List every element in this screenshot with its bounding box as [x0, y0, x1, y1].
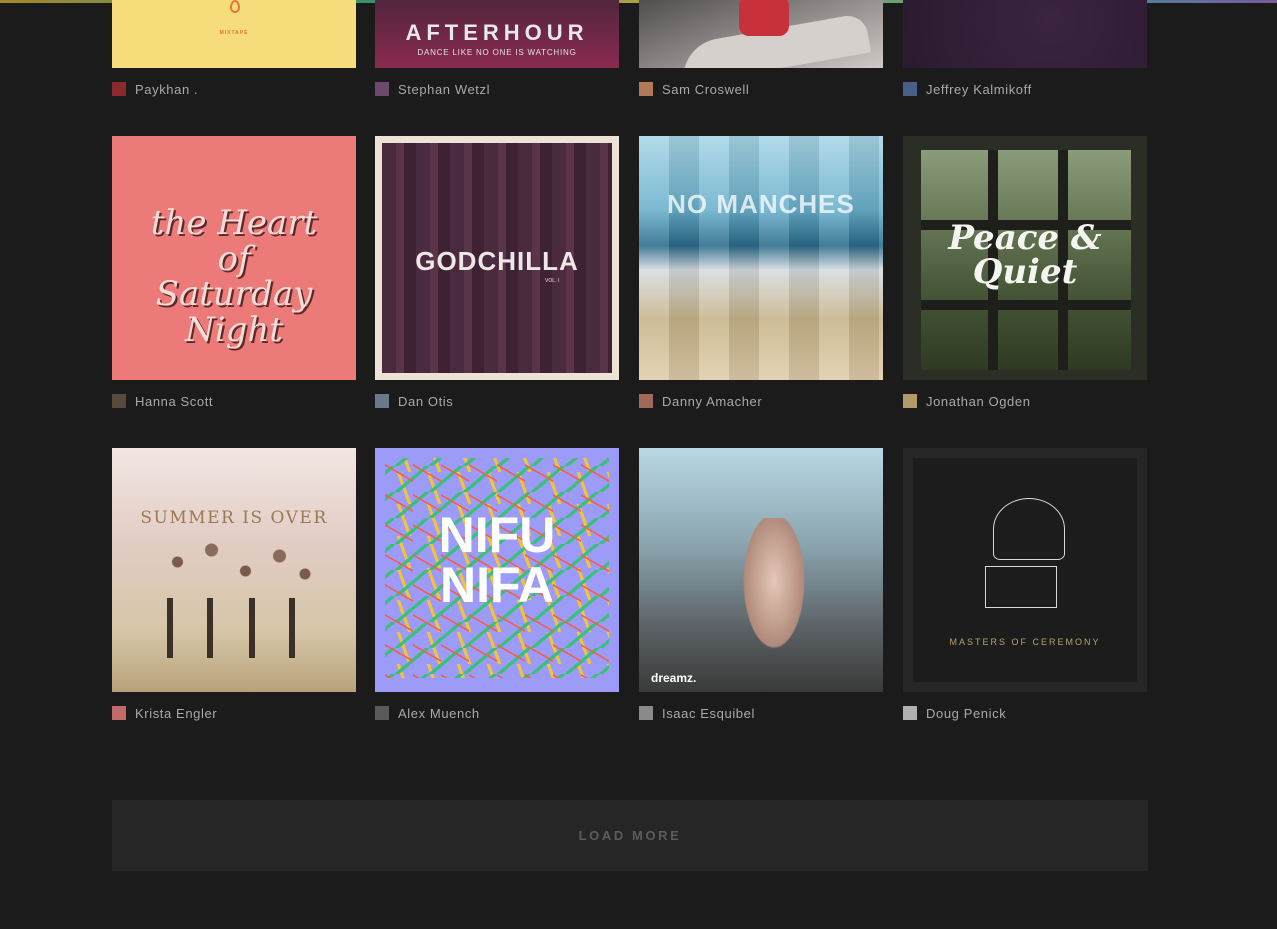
dancers: [157, 598, 317, 658]
author-name[interactable]: Alex Muench: [398, 706, 480, 721]
avatar[interactable]: [375, 82, 389, 96]
author-name[interactable]: Hanna Scott: [135, 394, 213, 409]
avatar[interactable]: [903, 706, 917, 720]
album-art[interactable]: Peace & Quiet: [903, 136, 1147, 380]
avatar[interactable]: [639, 394, 653, 408]
gramophone-icon: [993, 498, 1065, 560]
gramophone-base: [985, 566, 1057, 608]
avatar[interactable]: [903, 82, 917, 96]
album-title: NO MANCHES: [667, 189, 855, 219]
album-card[interactable]: AFTERHOUR DANCE LIKE NO ONE IS WATCHING: [375, 0, 619, 68]
drop-icon: [230, 0, 240, 13]
author-name[interactable]: Stephan Wetzl: [398, 82, 490, 97]
album-title: AFTERHOUR: [405, 20, 589, 45]
album-title: the Heart of Saturday Night: [150, 203, 318, 351]
album-art[interactable]: GODCHILLA VOL. I: [375, 136, 619, 380]
album-art[interactable]: [903, 0, 1147, 68]
author-name[interactable]: Sam Croswell: [662, 82, 749, 97]
album-title: SUMMER IS OVER: [140, 508, 328, 528]
album-subtitle: MASTERS OF CEREMONY: [949, 637, 1101, 647]
album-art[interactable]: MASTERS OF CEREMONY: [903, 448, 1147, 692]
author-name[interactable]: Paykhan .: [135, 82, 198, 97]
album-art[interactable]: AFTERHOUR DANCE LIKE NO ONE IS WATCHING: [375, 0, 619, 68]
mirrored-strips: [639, 136, 883, 380]
author-name[interactable]: Isaac Esquibel: [662, 706, 755, 721]
album-art[interactable]: MIXTAPE: [112, 0, 356, 68]
avatar[interactable]: [639, 706, 653, 720]
author-name[interactable]: Dan Otis: [398, 394, 453, 409]
album-card[interactable]: NO MANCHES: [639, 136, 883, 380]
avatar[interactable]: [903, 394, 917, 408]
album-card[interactable]: [903, 0, 1147, 68]
album-subtitle: dreamz.: [651, 671, 697, 685]
avatar[interactable]: [112, 82, 126, 96]
album-card[interactable]: MASTERS OF CEREMONY: [903, 448, 1147, 692]
album-art[interactable]: [639, 0, 883, 68]
album-card[interactable]: MIXTAPE: [112, 0, 356, 68]
avatar[interactable]: [112, 706, 126, 720]
album-art[interactable]: NIFU NIFA: [375, 448, 619, 692]
avatar[interactable]: [112, 394, 126, 408]
avatar[interactable]: [375, 706, 389, 720]
figure-shape: [739, 0, 789, 36]
album-card[interactable]: Peace & Quiet: [903, 136, 1147, 380]
album-subtitle: MIXTAPE: [219, 30, 249, 36]
author-name[interactable]: Jonathan Ogden: [926, 394, 1031, 409]
album-card[interactable]: NIFU NIFA: [375, 448, 619, 692]
album-art[interactable]: NO MANCHES: [639, 136, 883, 380]
album-card[interactable]: the Heart of Saturday Night: [112, 136, 356, 380]
author-name[interactable]: Doug Penick: [926, 706, 1006, 721]
album-title: Peace & Quiet: [948, 218, 1102, 292]
avatar[interactable]: [375, 394, 389, 408]
load-more-button[interactable]: LOAD MORE: [112, 800, 1148, 871]
avatar[interactable]: [639, 82, 653, 96]
album-card[interactable]: dreamz.: [639, 448, 883, 692]
album-art[interactable]: SUMMER IS OVER: [112, 448, 356, 692]
author-name[interactable]: Danny Amacher: [662, 394, 762, 409]
album-title: NIFU NIFA: [438, 507, 556, 613]
album-art[interactable]: the Heart of Saturday Night: [112, 136, 356, 380]
album-art[interactable]: dreamz.: [639, 448, 883, 692]
author-name[interactable]: Krista Engler: [135, 706, 217, 721]
balloons: [152, 538, 322, 598]
album-card[interactable]: SUMMER IS OVER: [112, 448, 356, 692]
face-portrait: [739, 518, 809, 658]
album-subtitle: DANCE LIKE NO ONE IS WATCHING: [417, 48, 577, 57]
album-subtitle: VOL. I: [545, 278, 560, 284]
author-name[interactable]: Jeffrey Kalmikoff: [926, 82, 1032, 97]
album-card[interactable]: [639, 0, 883, 68]
album-card[interactable]: GODCHILLA VOL. I: [375, 136, 619, 380]
album-title: GODCHILLA: [415, 246, 579, 276]
